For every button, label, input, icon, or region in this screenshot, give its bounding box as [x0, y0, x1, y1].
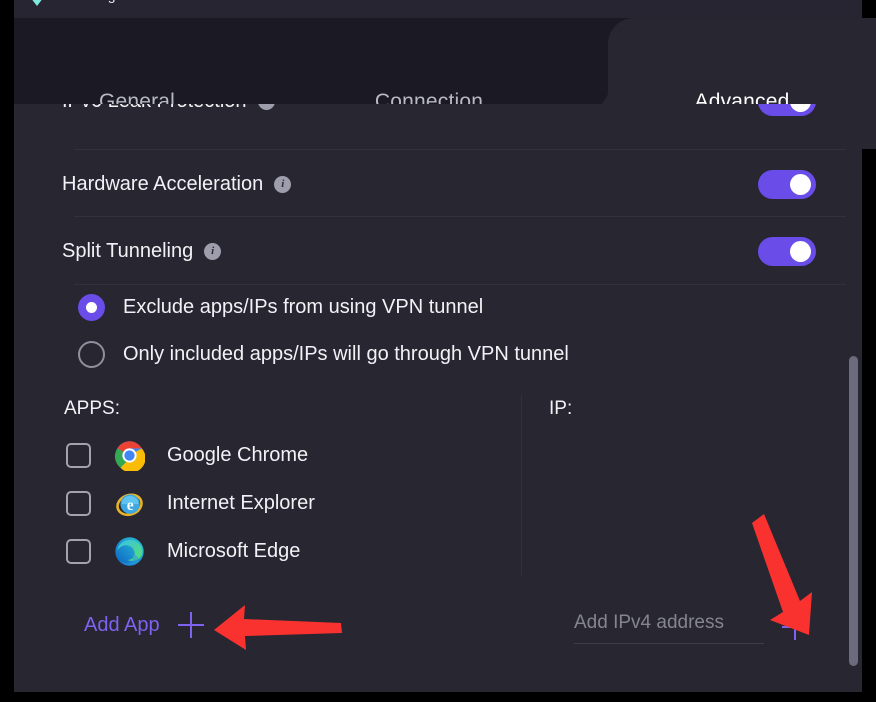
app-name-google-chrome: Google Chrome	[167, 444, 309, 466]
window-titlebar: Settings	[14, 0, 862, 18]
checkbox-internet-explorer[interactable]	[66, 491, 91, 516]
radio-label-only-included-apps: Only included apps/IPs will go through V…	[123, 343, 569, 365]
toggle-ipv6-leak-protection[interactable]	[758, 104, 816, 116]
window-title: Settings	[72, 0, 123, 3]
apps-column-header: APPS:	[64, 398, 120, 419]
radio-label-exclude-apps: Exclude apps/IPs from using VPN tunnel	[123, 296, 484, 318]
ip-column-header: IP:	[549, 398, 573, 419]
info-icon[interactable]: i	[204, 243, 222, 260]
radio-button-selected[interactable]	[78, 294, 105, 321]
info-icon[interactable]: i	[274, 176, 292, 193]
setting-row-ipv6-leak-protection: IPv6 Leak Protection i	[62, 104, 834, 135]
scrollbar[interactable]	[848, 104, 859, 692]
toggle-split-tunneling[interactable]	[758, 237, 816, 266]
radio-option-only-included-apps[interactable]: Only included apps/IPs will go through V…	[78, 341, 569, 368]
vpn-settings-window: Settings General Connection Advanced IPv…	[0, 0, 876, 702]
plus-icon[interactable]	[177, 612, 204, 638]
column-divider	[521, 395, 522, 575]
toggle-hardware-acceleration[interactable]	[758, 170, 816, 199]
scrollbar-thumb[interactable]	[849, 356, 858, 666]
setting-row-hardware-acceleration: Hardware Acceleration i	[62, 151, 834, 218]
checkbox-google-chrome[interactable]	[66, 443, 91, 468]
radio-option-exclude-apps[interactable]: Exclude apps/IPs from using VPN tunnel	[78, 294, 483, 321]
setting-row-split-tunneling: Split Tunneling i	[62, 218, 834, 285]
setting-label-ipv6-leak-protection: IPv6 Leak Protection	[62, 104, 247, 113]
toggle-knob	[790, 104, 811, 112]
svg-text:e: e	[127, 497, 134, 514]
chrome-icon	[114, 440, 146, 473]
advanced-settings-panel: IPv6 Leak Protection i Hardware Accelera…	[14, 104, 862, 692]
divider	[74, 216, 846, 217]
add-ip-row	[574, 609, 824, 644]
tab-bar: General Connection Advanced	[14, 18, 876, 149]
setting-label-hardware-acceleration: Hardware Acceleration	[62, 173, 264, 195]
app-name-microsoft-edge: Microsoft Edge	[167, 540, 301, 562]
toggle-knob	[790, 241, 811, 262]
radio-button-unselected[interactable]	[78, 341, 105, 368]
app-list-item-microsoft-edge[interactable]: Microsoft Edge	[66, 536, 300, 567]
ipv4-address-input[interactable]	[574, 609, 764, 644]
add-app-label: Add App	[84, 613, 160, 636]
checkbox-microsoft-edge[interactable]	[66, 539, 91, 564]
add-app-button[interactable]: Add App	[84, 612, 204, 638]
app-list-item-internet-explorer[interactable]: e Internet Explorer	[66, 488, 315, 519]
shield-icon	[30, 0, 44, 6]
ie-icon: e	[114, 488, 145, 519]
divider	[74, 149, 846, 150]
edge-icon	[114, 536, 145, 567]
setting-label-split-tunneling: Split Tunneling	[62, 240, 194, 262]
toggle-knob	[790, 174, 811, 195]
info-icon[interactable]: i	[257, 104, 275, 110]
app-list-item-google-chrome[interactable]: Google Chrome	[66, 440, 309, 473]
plus-icon[interactable]	[782, 613, 808, 640]
divider	[74, 284, 846, 285]
app-name-internet-explorer: Internet Explorer	[167, 492, 315, 514]
